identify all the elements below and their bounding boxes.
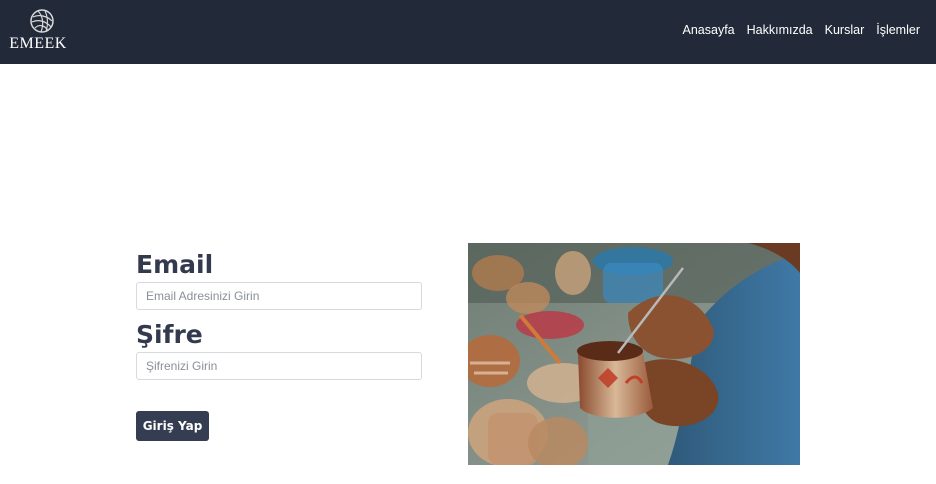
nav-link-anasayfa[interactable]: Anasayfa [683,22,735,38]
brand-name: EMEEK [9,35,67,52]
login-form: Email Şifre [136,246,422,380]
password-field[interactable] [136,352,422,380]
pottery-painting-photo [468,243,800,465]
brand-logo[interactable]: EMEEK [7,8,69,54]
nav-link-hakkimizda[interactable]: Hakkımızda [747,22,813,38]
email-field[interactable] [136,282,422,310]
password-label: Şifre [136,320,203,349]
login-button[interactable]: Giriş Yap [136,411,209,441]
main-nav: Anasayfa Hakkımızda Kurslar İşlemler [671,22,920,38]
nav-link-islemler[interactable]: İşlemler [876,22,920,38]
navbar: EMEEK Anasayfa Hakkımızda Kurslar İşleml… [0,0,936,64]
email-label: Email [136,250,214,279]
nav-link-kurslar[interactable]: Kurslar [825,22,865,38]
yarn-ball-logo-icon [29,8,55,34]
